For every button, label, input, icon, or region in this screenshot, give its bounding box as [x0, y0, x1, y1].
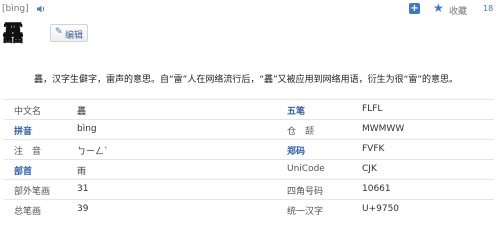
favorite-count: 18 — [483, 4, 494, 13]
pencil-icon: ✎ — [55, 27, 63, 37]
value-zhengma: FVFK — [362, 144, 385, 154]
edit-button[interactable]: ✎ 编辑 — [50, 24, 88, 42]
entry-description: 靐，汉字生僻字，雷声的意思。自“雷”人在网络流行后，“靐”又被应用到网络用语，衍… — [34, 75, 458, 85]
label-unicode: UniCode — [287, 164, 325, 174]
value-cangjie: MWMWW — [362, 124, 405, 134]
label-cangjie: 仓 颉 — [287, 127, 315, 137]
label-wubi[interactable]: 五笔 — [287, 104, 305, 117]
value-unified-hanzi: U+9750 — [362, 204, 400, 214]
value-chinese-name: 靐 — [77, 107, 87, 117]
value-four-corner: 10661 — [362, 184, 391, 194]
label-total-strokes: 总笔画 — [14, 207, 42, 217]
star-icon[interactable]: ★ — [433, 1, 444, 15]
label-zhengma[interactable]: 郑码 — [287, 144, 305, 157]
edit-label: 编辑 — [65, 31, 84, 41]
value-unicode: CJK — [362, 164, 377, 174]
label-chinese-name: 中文名 — [14, 107, 42, 117]
label-radical[interactable]: 部首 — [14, 164, 32, 177]
add-icon[interactable]: + — [409, 3, 420, 14]
value-radical: 雨 — [77, 167, 87, 177]
favorite-label[interactable]: 收藏 — [449, 4, 467, 17]
value-pinyin: bìng — [77, 124, 97, 134]
pronunciation: [bìng] — [2, 4, 29, 14]
speaker-icon[interactable] — [36, 4, 46, 14]
label-extra-strokes: 部外笔画 — [14, 187, 51, 197]
table-divider — [4, 119, 494, 120]
label-zhuyin: 注 音 — [14, 147, 42, 157]
table-divider — [4, 199, 494, 200]
table-divider — [4, 99, 494, 100]
value-extra-strokes: 31 — [77, 184, 89, 194]
label-unified-hanzi: 统一汉字 — [287, 207, 324, 217]
value-wubi: FLFL — [362, 104, 383, 114]
table-divider — [4, 159, 494, 160]
value-total-strokes: 39 — [77, 204, 89, 214]
table-divider — [4, 179, 494, 180]
value-zhuyin: ㄅㄧㄥˋ — [77, 147, 109, 157]
entry-character: 靐 — [2, 21, 25, 47]
table-divider — [4, 139, 494, 140]
label-pinyin[interactable]: 拼音 — [14, 124, 32, 137]
label-four-corner: 四角号码 — [287, 187, 324, 197]
